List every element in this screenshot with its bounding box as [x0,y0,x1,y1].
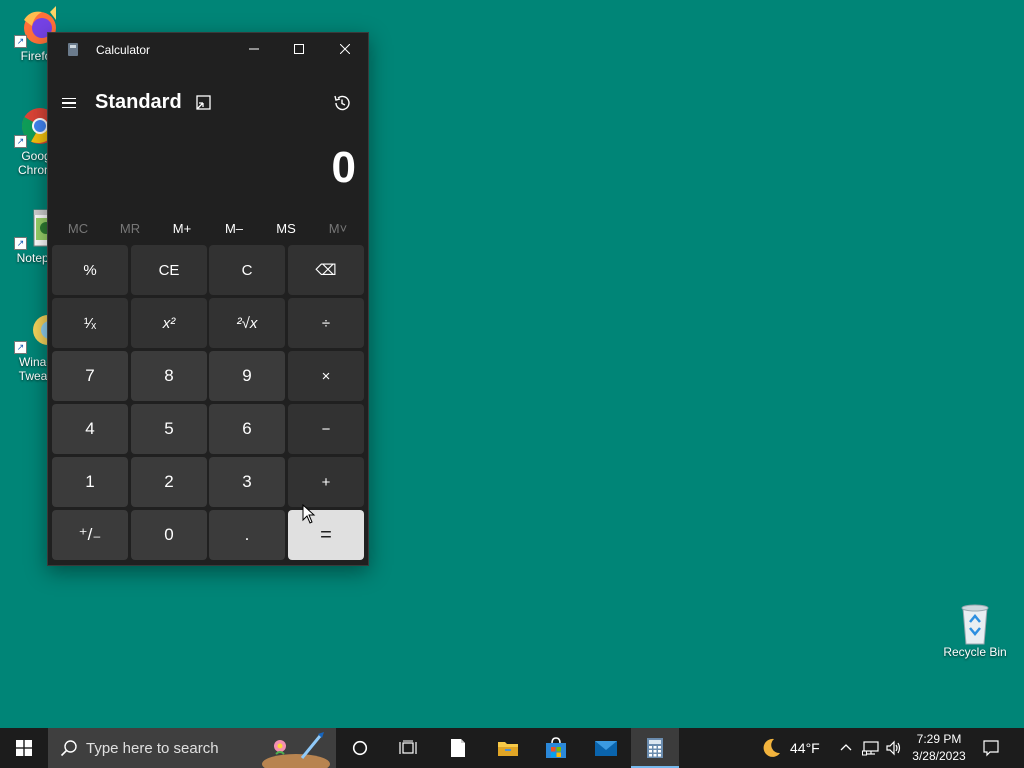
taskbar: Type here to search 44°F 7:29 PM 3/28/20… [0,728,1024,768]
digit-7-button[interactable]: 7 [52,351,128,401]
result-display: 0 [331,143,356,192]
memory-store-button[interactable]: MS [260,217,312,241]
digit-4-button[interactable]: 4 [52,404,128,454]
system-clock[interactable]: 7:29 PM 3/28/2023 [906,731,972,765]
negate-button[interactable]: ⁺/₋ [52,510,128,560]
mode-title: Standard [95,91,182,113]
network-icon[interactable] [862,739,880,757]
digit-6-button[interactable]: 6 [209,404,285,454]
task-view-icon [399,740,417,754]
close-icon [340,44,350,54]
memory-list-button[interactable]: M˅ [312,217,364,241]
calculator-taskbar-button[interactable] [631,728,679,768]
search-placeholder: Type here to search [86,739,219,757]
windows-logo-icon [16,740,32,756]
file-explorer-button[interactable] [484,728,532,768]
percent-button[interactable]: % [52,245,128,295]
microsoft-store-button[interactable] [532,728,580,768]
digit-8-button[interactable]: 8 [131,351,207,401]
equals-button[interactable]: = [288,510,364,560]
taskbar-search-box[interactable]: Type here to search [48,728,336,768]
clock-date: 3/28/2023 [912,749,966,763]
store-bag-icon [546,737,566,758]
show-hidden-icons-chevron-icon[interactable] [838,740,854,756]
memory-subtract-button[interactable]: M– [208,217,260,241]
digit-9-button[interactable]: 9 [209,351,285,401]
hamburger-menu-button[interactable] [62,91,84,115]
window-title: Calculator [96,43,151,57]
clock-time: 7:29 PM [916,732,962,746]
digit-3-button[interactable]: 3 [209,457,285,507]
weather-widget[interactable]: 44°F [760,728,820,768]
memory-recall-button[interactable]: MR [104,217,156,241]
minimize-icon [249,48,259,50]
calculator-window[interactable]: Calculator Standard 0 MC MR M+ M– MS M˅ … [47,32,369,566]
title-bar[interactable]: Calculator [48,33,368,65]
keep-on-top-icon [196,95,211,110]
shortcut-arrow-icon: ↗ [14,341,27,354]
desktop-icon-recycle-bin[interactable]: Recycle Bin [937,602,1013,659]
decimal-button[interactable]: . [209,510,285,560]
folder-icon [498,742,518,756]
action-center-notification-icon[interactable] [982,739,1000,757]
mouse-cursor-icon [302,504,316,524]
digit-2-button[interactable]: 2 [131,457,207,507]
mail-button[interactable] [582,728,630,768]
search-highlight-illustration-icon [262,732,330,768]
history-button[interactable] [332,93,354,115]
backspace-button[interactable]: ⌫ [288,245,364,295]
memory-add-button[interactable]: M+ [156,217,208,241]
calculator-icon [647,738,663,758]
maximize-icon [294,44,304,54]
blank-document-icon [451,739,465,757]
shortcut-arrow-icon: ↗ [14,135,27,148]
taskbar-document-button[interactable] [434,728,482,768]
recycle-bin-icon [955,602,995,645]
memory-clear-button[interactable]: MC [52,217,104,241]
minimize-button[interactable] [231,33,277,65]
moon-weather-icon [763,738,780,757]
maximize-button[interactable] [276,33,322,65]
cortana-button[interactable] [336,728,384,768]
cortana-circle-icon [352,740,368,756]
square-root-button[interactable]: ²√x [209,298,285,348]
calculator-app-icon [68,43,78,56]
search-icon [60,740,77,757]
digit-1-button[interactable]: 1 [52,457,128,507]
memory-row: MC MR M+ M– MS M˅ [52,217,364,241]
divide-button[interactable]: ÷ [288,298,364,348]
digit-0-button[interactable]: 0 [131,510,207,560]
start-button[interactable] [0,728,48,768]
close-button[interactable] [322,33,368,65]
reciprocal-button[interactable]: ¹⁄ₓ [52,298,128,348]
digit-5-button[interactable]: 5 [131,404,207,454]
shortcut-arrow-icon: ↗ [14,237,27,250]
desktop-icon-label: Recycle Bin [943,645,1007,659]
clear-button[interactable]: C [209,245,285,295]
keep-on-top-button[interactable] [194,93,214,113]
weather-temperature: 44°F [790,740,820,756]
shortcut-arrow-icon: ↗ [14,35,27,48]
multiply-button[interactable]: × [288,351,364,401]
square-button[interactable]: x² [131,298,207,348]
clear-entry-button[interactable]: CE [131,245,207,295]
subtract-button[interactable]: − [288,404,364,454]
history-icon [334,95,350,111]
add-button[interactable]: + [288,457,364,507]
volume-icon[interactable] [885,739,903,757]
task-view-button[interactable] [384,728,432,768]
mail-envelope-icon [595,741,617,756]
